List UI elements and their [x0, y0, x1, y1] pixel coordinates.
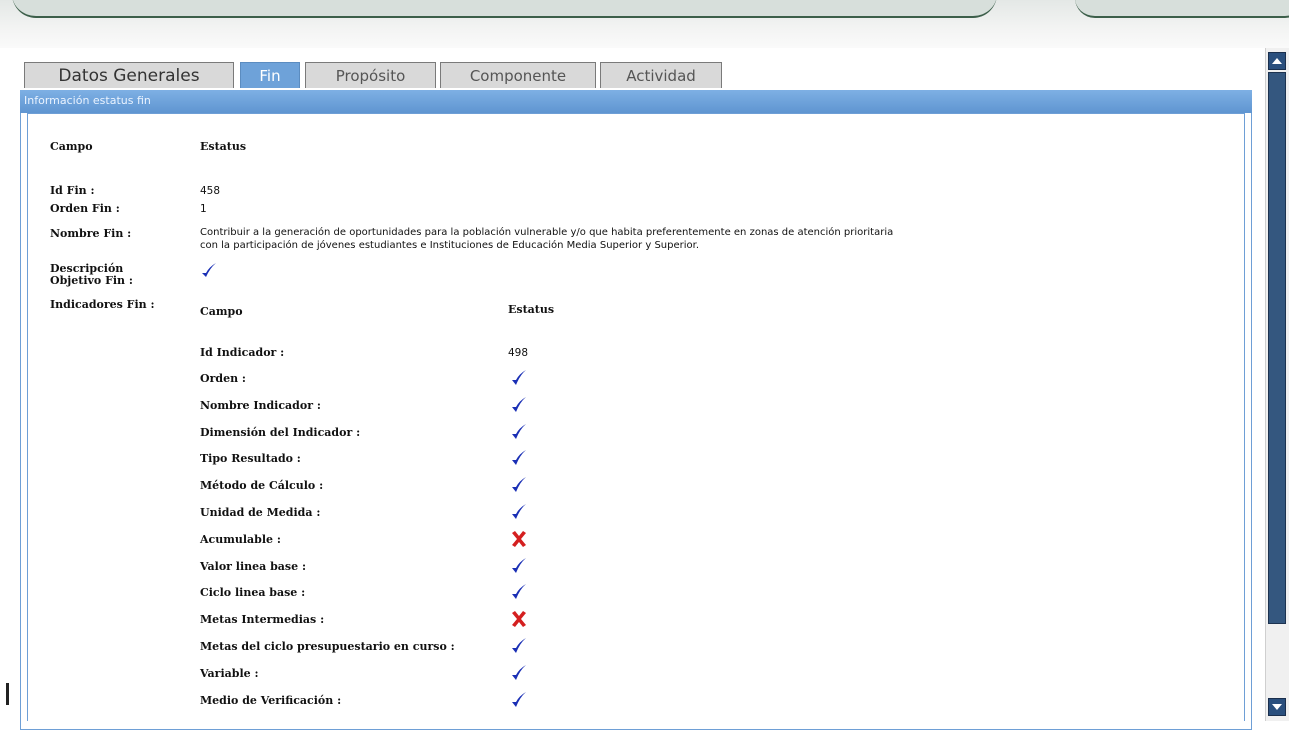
- nombre-fin-line-1: Contribuir a la generación de oportunida…: [200, 227, 894, 238]
- check-icon: [512, 424, 526, 439]
- check-icon: [512, 397, 526, 412]
- scrollbar-thumb[interactable]: [1268, 72, 1286, 624]
- tab-componente[interactable]: Componente: [440, 62, 596, 88]
- tab-datos-generales[interactable]: Datos Generales: [24, 62, 234, 88]
- indicador-field-label: Dimensión del Indicador :: [200, 426, 361, 439]
- scroll-up-button[interactable]: [1268, 52, 1286, 70]
- indicador-field-label: Tipo Resultado :: [200, 452, 301, 465]
- indicador-field-label: Metas del ciclo presupuestario en curso …: [200, 640, 455, 653]
- top-banner: [0, 0, 1289, 48]
- indicador-field-label: Variable :: [200, 667, 259, 680]
- check-icon: [512, 370, 526, 385]
- column-header-campo: Campo: [50, 140, 93, 153]
- id-fin-label: Id Fin :: [50, 184, 95, 197]
- id-indicador-value: 498: [508, 347, 529, 359]
- indicador-field-label: Valor linea base :: [200, 560, 307, 573]
- tab-actividad[interactable]: Actividad: [600, 62, 722, 88]
- nombre-fin-line-2: con la participación de jóvenes estudian…: [200, 240, 700, 251]
- indicador-field-label: Medio de Verificación :: [200, 694, 342, 707]
- panel-header: Información estatus fin: [20, 90, 1252, 113]
- indicador-field-label: Ciclo linea base :: [200, 586, 306, 599]
- panel-content: [27, 113, 1245, 721]
- check-icon: [512, 584, 526, 599]
- orden-fin-value: 1: [200, 203, 207, 215]
- indicador-field-label: Método de Cálculo :: [200, 479, 324, 492]
- descripcion-label-line-2: Objetivo Fin :: [50, 274, 133, 287]
- scroll-down-button[interactable]: [1268, 698, 1286, 716]
- check-icon: [512, 638, 526, 653]
- arrow-up-icon: [1272, 58, 1282, 64]
- indicadores-column-campo: Campo: [200, 305, 243, 318]
- check-icon: [512, 450, 526, 465]
- indicador-field-label: Orden :: [200, 372, 246, 385]
- left-edge-marker: [6, 683, 9, 705]
- check-icon: [512, 477, 526, 492]
- check-icon: [512, 692, 526, 707]
- left-edge: [0, 48, 8, 721]
- top-banner-shape-left: [12, 0, 997, 18]
- id-indicador-label: Id Indicador :: [200, 346, 285, 359]
- descripcion-check-icon: [202, 263, 216, 277]
- tab-fin[interactable]: Fin: [240, 62, 300, 88]
- cross-icon: [512, 531, 526, 547]
- arrow-down-icon: [1272, 704, 1282, 710]
- indicadores-column-estatus: Estatus: [508, 303, 555, 316]
- indicador-field-label: Metas Intermedias :: [200, 613, 325, 626]
- orden-fin-label: Orden Fin :: [50, 202, 120, 215]
- tab-proposito[interactable]: Propósito: [305, 62, 436, 88]
- cross-icon: [512, 611, 526, 627]
- vertical-scrollbar[interactable]: [1265, 48, 1289, 721]
- check-icon: [512, 504, 526, 519]
- indicador-field-label: Nombre Indicador :: [200, 399, 321, 412]
- nombre-fin-label: Nombre Fin :: [50, 227, 132, 240]
- id-fin-value: 458: [200, 185, 221, 197]
- indicadores-fin-label: Indicadores Fin :: [50, 298, 155, 311]
- check-icon: [512, 558, 526, 573]
- top-banner-shape-right: [1075, 0, 1289, 18]
- indicador-field-label: Acumulable :: [200, 533, 281, 546]
- indicador-field-label: Unidad de Medida :: [200, 506, 321, 519]
- column-header-estatus: Estatus: [200, 140, 247, 153]
- check-icon: [512, 665, 526, 680]
